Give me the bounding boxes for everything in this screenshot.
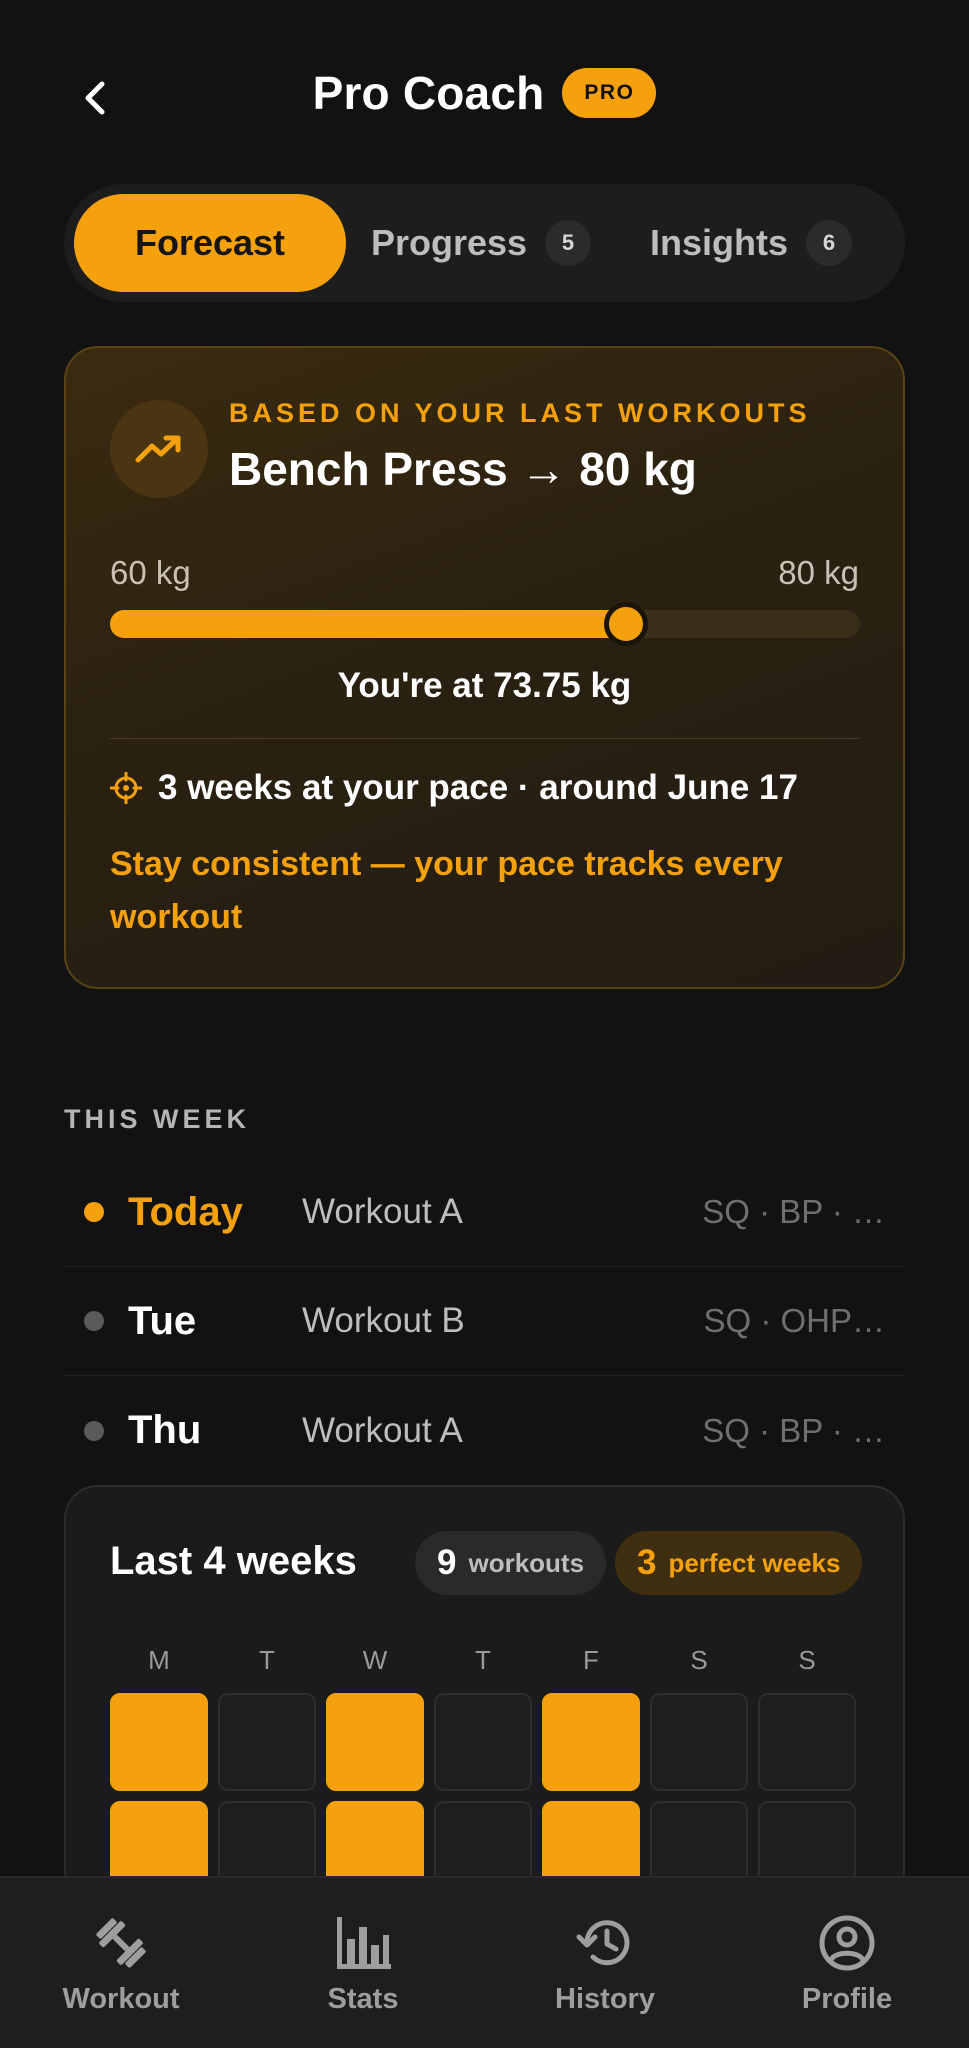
perfect-weeks-pill: 3 perfect weeks <box>615 1531 863 1595</box>
calendar-day-empty <box>758 1693 856 1791</box>
current-weight: You're at 73.75 kg <box>337 666 632 705</box>
header: Pro Coach PRO <box>0 0 969 200</box>
progress-track <box>110 602 860 646</box>
tab-progress[interactable]: Progress 5 <box>346 194 616 292</box>
profile-icon <box>819 1915 875 1970</box>
title-group: Pro Coach PRO <box>0 66 969 120</box>
workout-name: Workout A <box>302 1192 463 1231</box>
nav-label: Stats <box>327 1982 399 2015</box>
nav-stats[interactable]: Stats <box>242 1878 484 2048</box>
tab-bar: Forecast Progress 5 Insights 6 <box>64 184 905 302</box>
nav-label: Profile <box>801 1982 893 2015</box>
exercise-summary: SQ · BP · … <box>702 1411 885 1449</box>
workouts-pill: 9 workouts <box>415 1531 607 1595</box>
eta-text: 3 weeks at your pace · around June 17 <box>158 768 798 807</box>
week-row[interactable]: Tue Workout B SQ · OHP… <box>64 1267 905 1376</box>
tab-label: Progress <box>370 222 528 263</box>
weekday-label: T <box>259 1645 275 1675</box>
weekday-label: T <box>475 1645 491 1675</box>
tab-label: Insights <box>649 222 788 263</box>
tab-count-badge: 6 <box>806 220 852 266</box>
week-row[interactable]: Today Workout A SQ · BP · … <box>64 1158 905 1267</box>
tab-forecast[interactable]: Forecast <box>74 194 346 292</box>
week-list: Today Workout A SQ · BP · … Tue Workout … <box>64 1158 905 1485</box>
nav-workout[interactable]: Workout <box>0 1878 242 2048</box>
section-label-this-week: THIS WEEK <box>64 1104 251 1134</box>
progress-thumb[interactable] <box>603 602 648 646</box>
crosshair-icon <box>110 772 142 804</box>
day-dot <box>84 1311 104 1331</box>
forecast-card: BASED ON YOUR LAST WORKOUTS Bench Press … <box>64 346 905 989</box>
day-label: Thu <box>128 1408 202 1452</box>
calendar-day-empty <box>218 1693 316 1791</box>
history-icon <box>576 1919 630 1965</box>
weekday-label: S <box>690 1645 708 1675</box>
workouts-count: 9 <box>437 1543 457 1582</box>
tab-label: Forecast <box>134 222 286 263</box>
day-label: Today <box>128 1189 243 1234</box>
page-title: Pro Coach <box>312 67 545 119</box>
weekday-label: S <box>798 1645 816 1675</box>
day-label: Tue <box>128 1298 197 1343</box>
progress-fill <box>110 610 626 638</box>
tab-count-badge: 5 <box>545 220 592 266</box>
calendar-day-empty <box>434 1693 532 1791</box>
workout-name: Workout A <box>302 1410 463 1450</box>
nav-profile[interactable]: Profile <box>726 1878 968 2048</box>
trend-badge <box>110 400 208 498</box>
calendar-day-empty <box>650 1693 748 1791</box>
bottom-nav: Workout Stats History Profile <box>0 1876 969 2048</box>
nav-history[interactable]: History <box>484 1878 726 2048</box>
calendar-day-completed <box>326 1693 424 1791</box>
week-row[interactable]: Thu Workout A SQ · BP · … <box>64 1376 905 1485</box>
weekday-label: M <box>148 1645 170 1675</box>
dumbbell-icon <box>96 1917 146 1968</box>
day-dot <box>84 1420 104 1441</box>
divider <box>110 738 860 739</box>
tab-insights[interactable]: Insights 6 <box>616 194 886 292</box>
advice-text: Stay consistent — your pace tracks every… <box>110 845 783 936</box>
history-title: Last 4 weeks <box>110 1539 357 1583</box>
pro-badge: PRO <box>562 68 657 118</box>
weekday-label: F <box>583 1645 599 1675</box>
calendar-day-completed <box>542 1693 640 1791</box>
forecast-goal: Bench Press → 80 kg <box>229 443 697 495</box>
exercise-summary: SQ · BP · … <box>702 1193 885 1230</box>
workout-name: Workout B <box>302 1301 465 1340</box>
trending-up-icon <box>135 435 181 463</box>
forecast-kicker: BASED ON YOUR LAST WORKOUTS <box>229 398 811 428</box>
bar-chart-icon <box>337 1916 391 1969</box>
weekday-label: W <box>362 1645 388 1675</box>
perfect-weeks-count: 3 <box>637 1543 657 1582</box>
today-dot <box>84 1202 104 1222</box>
workouts-label: workouts <box>468 1547 585 1578</box>
nav-label: Workout <box>62 1982 180 2015</box>
range-min-label: 60 kg <box>110 554 191 591</box>
eta-row: 3 weeks at your pace · around June 17 <box>110 768 798 808</box>
perfect-weeks-label: perfect weeks <box>668 1547 841 1578</box>
nav-label: History <box>555 1982 655 2015</box>
exercise-summary: SQ · OHP… <box>703 1302 885 1339</box>
calendar-day-completed <box>110 1693 208 1791</box>
range-max-label: 80 kg <box>778 554 859 591</box>
